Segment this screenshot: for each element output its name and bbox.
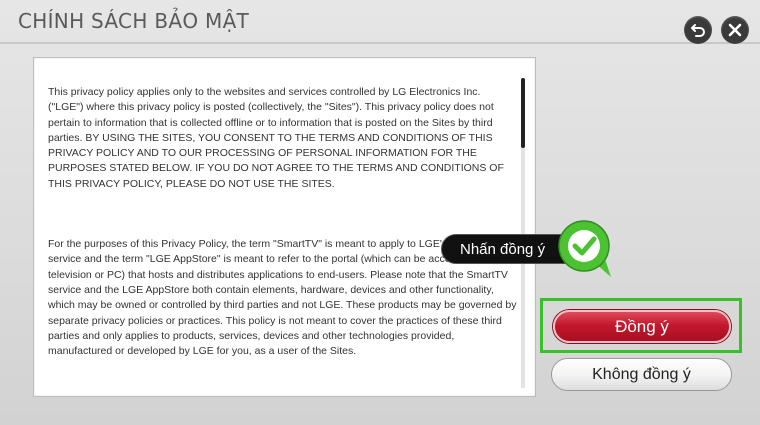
back-button[interactable]	[684, 16, 712, 44]
agree-button[interactable]: Đồng ý	[553, 310, 731, 343]
privacy-policy-panel[interactable]: This privacy policy applies only to the …	[33, 57, 536, 397]
title-divider	[0, 42, 760, 44]
scrollbar-thumb[interactable]	[521, 78, 525, 148]
back-arrow-icon	[691, 24, 705, 37]
page-title: CHÍNH SÁCH BẢO MẬT	[18, 9, 250, 33]
scrollbar[interactable]	[521, 78, 525, 388]
close-icon	[728, 23, 742, 37]
agree-hint-text: Nhấn đồng ý	[460, 240, 546, 258]
disagree-button[interactable]: Không đồng ý	[551, 358, 732, 391]
policy-paragraph-1: This privacy policy applies only to the …	[48, 86, 504, 190]
check-icon	[558, 220, 611, 277]
close-button[interactable]	[721, 16, 749, 44]
